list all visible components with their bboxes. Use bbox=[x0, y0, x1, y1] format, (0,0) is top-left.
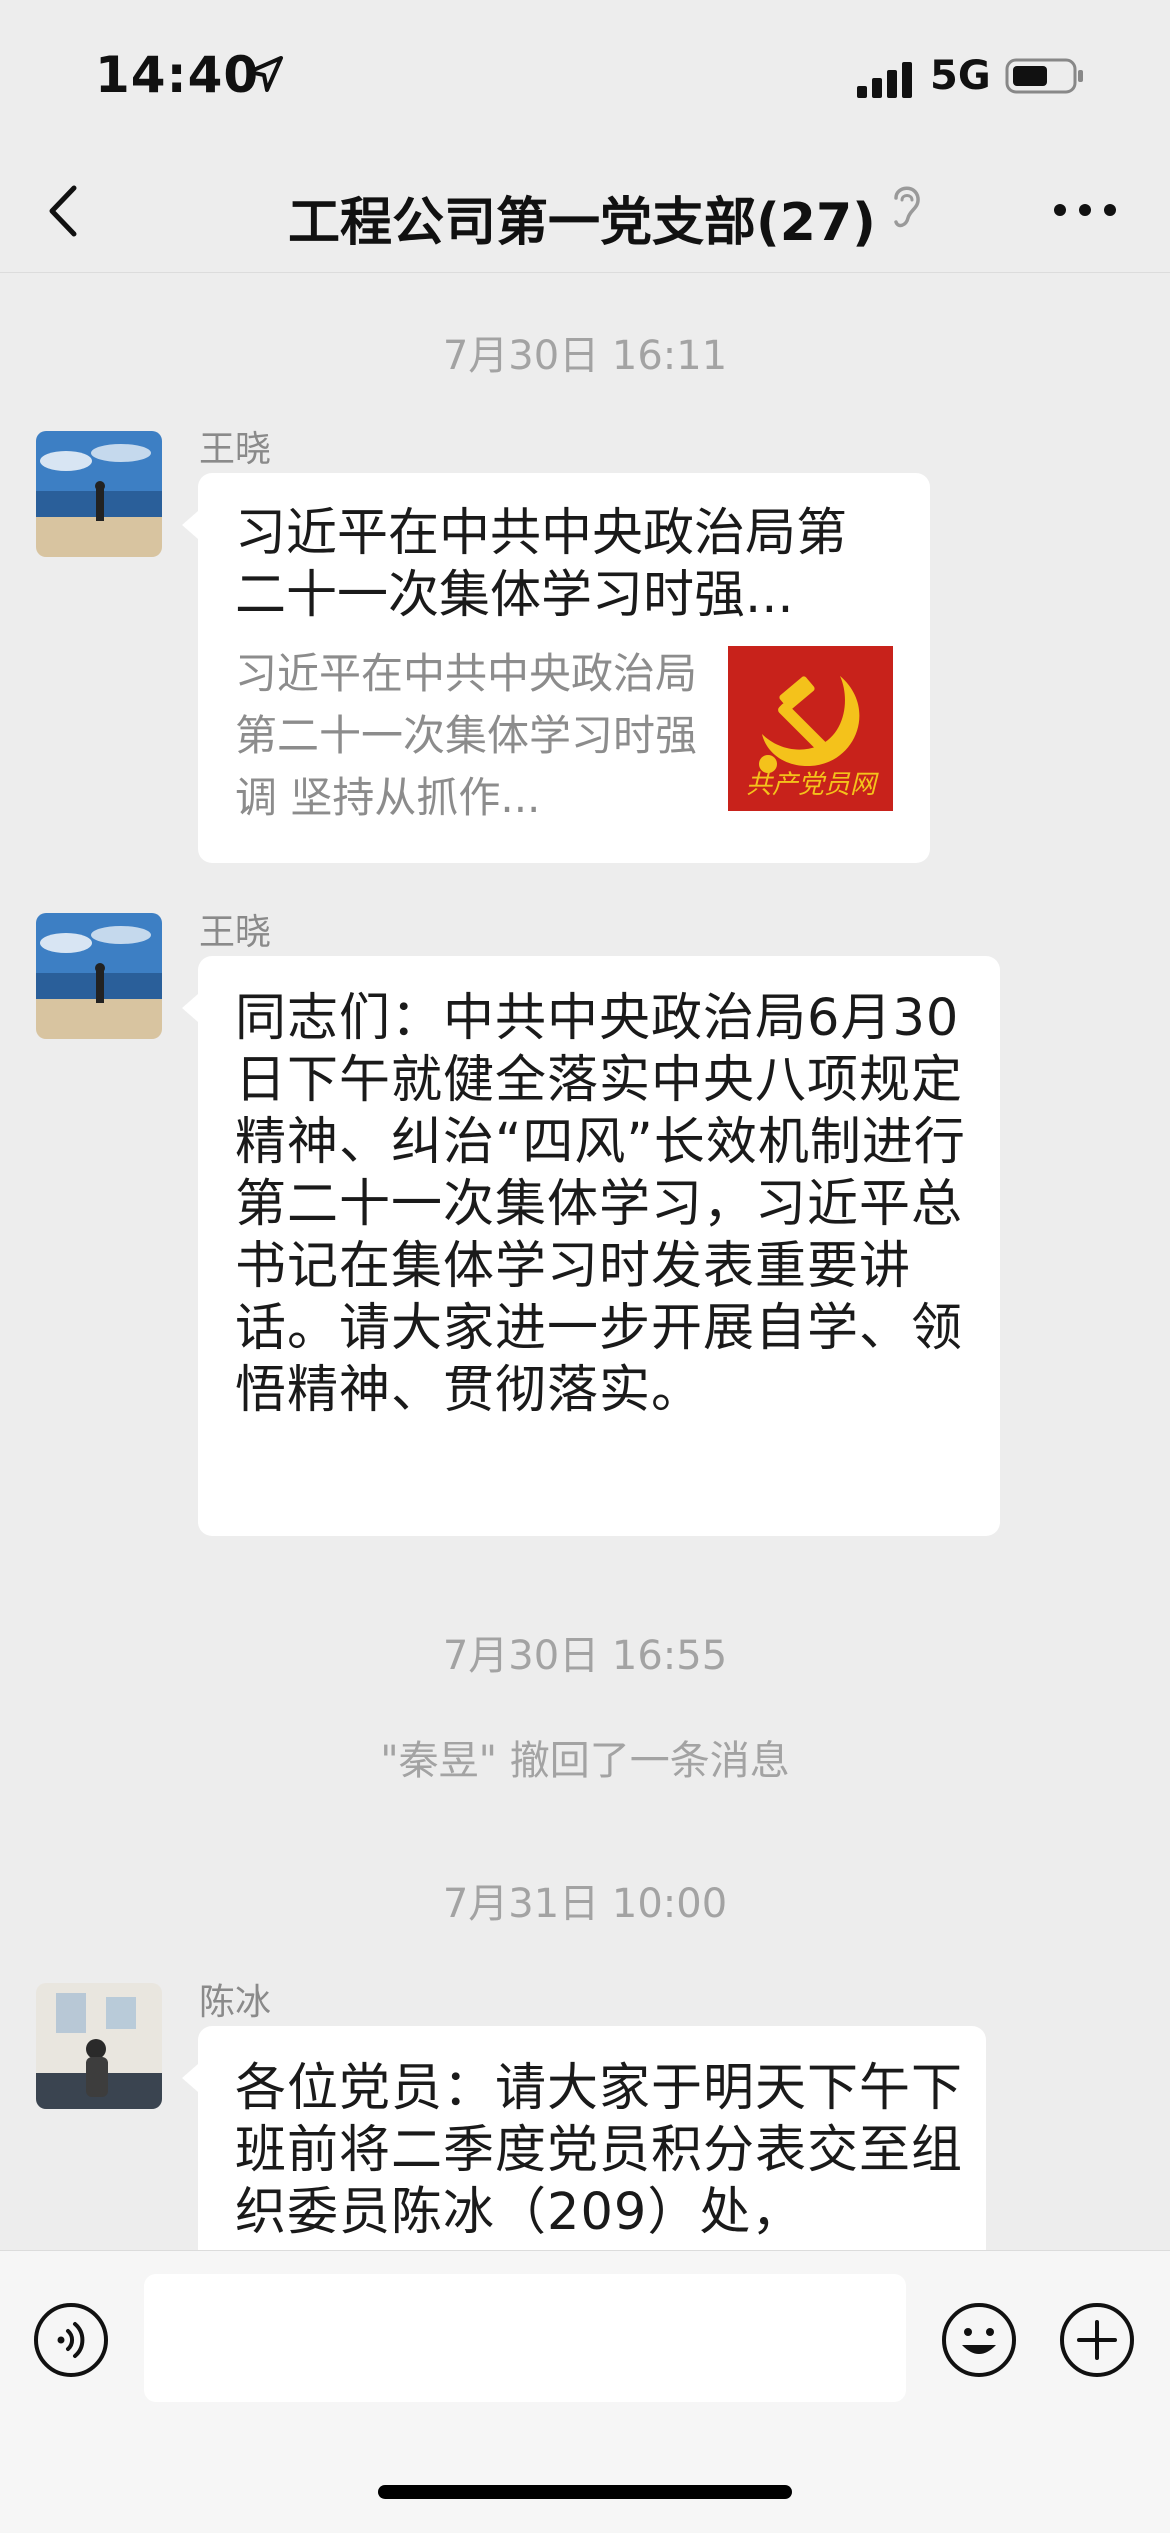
message-timestamp: 7月30日 16:11 bbox=[442, 333, 728, 379]
link-card[interactable]: 习近平在中共中央政治局第二十一次集体学习时强... 习近平在中共中央政治局第二十… bbox=[182, 473, 930, 863]
link-description: 习近平在中共中央政治局第二十一次集体学习时强调 坚持从抓作... bbox=[235, 649, 698, 822]
status-bar: 14:40 5G bbox=[0, 0, 1170, 150]
logo-wordmark: 共产党员网 bbox=[745, 770, 876, 800]
message-timestamp: 7月31日 10:00 bbox=[442, 1881, 728, 1927]
message-text: 同志们：中共中央政治局6月30日下午就健全落实中央八项规定精神、纠治“四风”长效… bbox=[235, 989, 966, 1420]
chevron-left-icon[interactable] bbox=[40, 176, 90, 246]
home-indicator bbox=[378, 2485, 792, 2499]
network-type: 5G bbox=[930, 53, 991, 99]
status-time: 14:40 bbox=[95, 46, 260, 104]
message-bubble[interactable]: 同志们：中共中央政治局6月30日下午就健全落实中央八项规定精神、纠治“四风”长效… bbox=[182, 956, 1000, 1536]
location-arrow-icon bbox=[247, 56, 283, 92]
party-logo-thumbnail: 共产党员网 bbox=[728, 646, 893, 811]
recall-notice: "秦昱" 撤回了一条消息 bbox=[380, 1738, 790, 1784]
avatar[interactable] bbox=[36, 913, 162, 1039]
beach-photo-avatar bbox=[36, 431, 162, 557]
chat-title[interactable]: 工程公司第一党支部(27) bbox=[288, 180, 876, 255]
link-title: 习近平在中共中央政治局第二十一次集体学习时强... bbox=[235, 504, 848, 625]
message-bubble[interactable]: 各位党员：请大家于明天下午下班前将二季度党员积分表交至组织委员陈冰（209）处， bbox=[182, 2026, 986, 2250]
beach-photo-avatar bbox=[36, 913, 162, 1039]
more-dots-icon[interactable] bbox=[1050, 190, 1120, 230]
message-list[interactable]: 7月30日 16:11 王晓 习近平在中共中央政治局第二十一次集体学习时强...… bbox=[0, 273, 1170, 2250]
input-bar bbox=[0, 2250, 1170, 2533]
emoji-icon[interactable] bbox=[940, 2301, 1018, 2379]
voice-icon[interactable] bbox=[32, 2301, 110, 2379]
battery-icon bbox=[1005, 58, 1083, 94]
signal-icon bbox=[857, 62, 912, 98]
sender-name: 王晓 bbox=[199, 429, 272, 470]
avatar[interactable] bbox=[36, 1983, 162, 2109]
plus-icon[interactable] bbox=[1058, 2301, 1136, 2379]
gallery-photo-avatar bbox=[36, 1983, 162, 2109]
message-input[interactable] bbox=[144, 2274, 906, 2402]
avatar[interactable] bbox=[36, 431, 162, 557]
message-text: 各位党员：请大家于明天下午下班前将二季度党员积分表交至组织委员陈冰（209）处， bbox=[235, 2059, 964, 2242]
sender-name: 陈冰 bbox=[199, 1982, 272, 2023]
message-timestamp: 7月30日 16:55 bbox=[442, 1633, 728, 1679]
chat-header: 工程公司第一党支部(27) bbox=[0, 150, 1170, 273]
muted-ear-icon bbox=[894, 186, 920, 228]
sender-name: 王晓 bbox=[199, 912, 272, 953]
